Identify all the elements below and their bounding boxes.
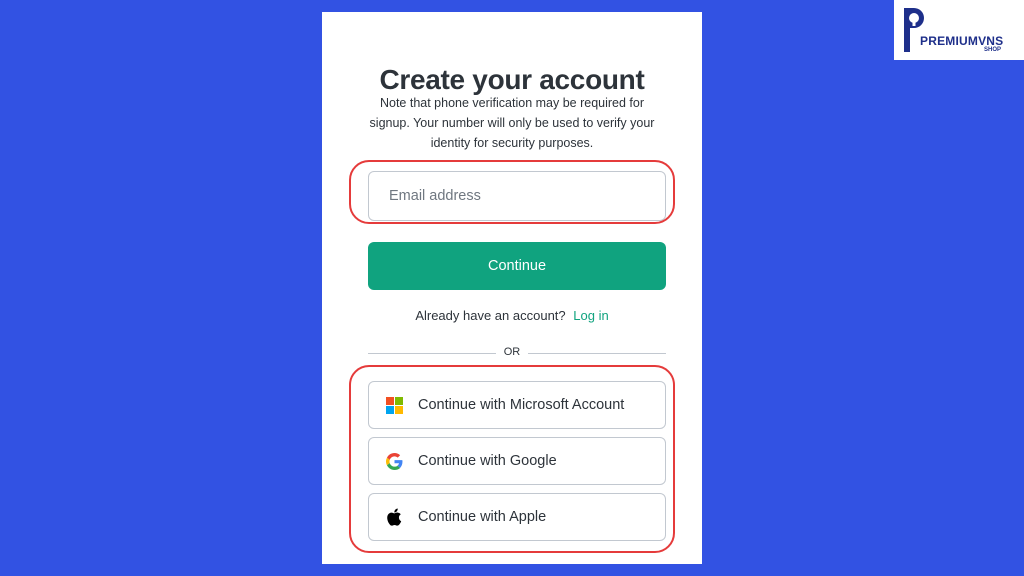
google-icon — [385, 452, 403, 470]
divider-line-right — [528, 353, 666, 354]
login-prompt-text: Already have an account? — [415, 308, 566, 323]
premiumvns-logo: PREMIUMVNS SHOP — [894, 0, 1024, 60]
page-title: Create your account — [379, 64, 645, 95]
microsoft-button-label: Continue with Microsoft Account — [418, 397, 625, 413]
continue-with-microsoft-button[interactable]: Continue with Microsoft Account — [368, 381, 666, 429]
continue-with-apple-button[interactable]: Continue with Apple — [368, 493, 666, 541]
email-field[interactable] — [368, 171, 666, 221]
logo-brand-text: PREMIUMVNS — [920, 34, 1004, 48]
divider-line-left — [368, 353, 496, 354]
or-divider: OR — [503, 346, 521, 358]
apple-icon — [385, 508, 403, 526]
continue-button[interactable]: Continue — [368, 242, 666, 290]
microsoft-icon — [385, 396, 403, 414]
phone-verification-note: Note that phone verification may be requ… — [369, 96, 655, 150]
continue-with-google-button[interactable]: Continue with Google — [368, 437, 666, 485]
logo-p-icon — [904, 8, 924, 52]
signup-card: Create your account Note that phone veri… — [322, 12, 702, 564]
logo-sub-text: SHOP — [984, 47, 1002, 53]
google-button-label: Continue with Google — [418, 453, 557, 469]
login-prompt-row: Already have an account? Log in — [322, 308, 702, 323]
login-link[interactable]: Log in — [573, 308, 608, 323]
apple-button-label: Continue with Apple — [418, 509, 547, 525]
